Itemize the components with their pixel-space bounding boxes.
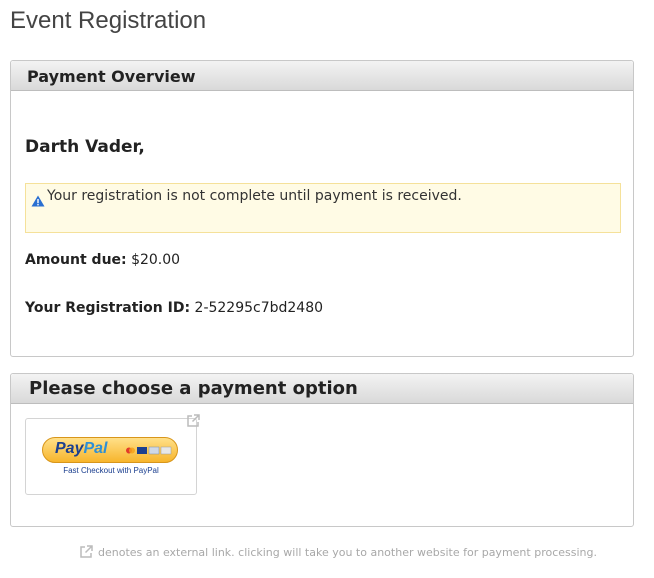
paypal-wordmark: PayPal [55,440,107,458]
amount-due-row: Amount due: $20.00 [25,252,180,268]
external-link-icon [187,414,200,427]
credit-cards-icon [126,446,172,455]
payment-options-heading: Please choose a payment option [11,374,633,404]
payment-overview-heading: Payment Overview [11,61,633,91]
amount-due-value: $20.00 [131,252,181,268]
paypal-checkout-button[interactable]: PayPal Fast Checkout with PayPal [25,418,197,495]
paypal-wordmark-pay: Pay [55,440,84,457]
amount-due-label: Amount due: [25,252,127,268]
page-title: Event Registration [10,7,207,34]
external-link-footnote: denotes an external link. clicking will … [79,545,597,559]
attendee-greeting: Darth Vader, [25,137,145,157]
paypal-wordmark-pal: Pal [83,440,108,457]
external-link-footnote-text: denotes an external link. clicking will … [98,545,597,559]
registration-id-value: 2-52295c7bd2480 [194,300,324,316]
warning-icon [31,195,45,207]
paypal-caption: Fast Checkout with PayPal [63,466,159,475]
payment-options-panel: Please choose a payment option PayPal Fa… [10,373,634,527]
payment-notice: Your registration is not complete until … [25,183,621,233]
external-link-icon [80,545,93,558]
payment-notice-text: Your registration is not complete until … [47,188,462,204]
paypal-logo: PayPal [42,437,178,463]
payment-overview-panel: Payment Overview Darth Vader, Your regis… [10,60,634,357]
registration-id-label: Your Registration ID: [25,300,191,316]
registration-id-row: Your Registration ID: 2-52295c7bd2480 [25,300,323,316]
